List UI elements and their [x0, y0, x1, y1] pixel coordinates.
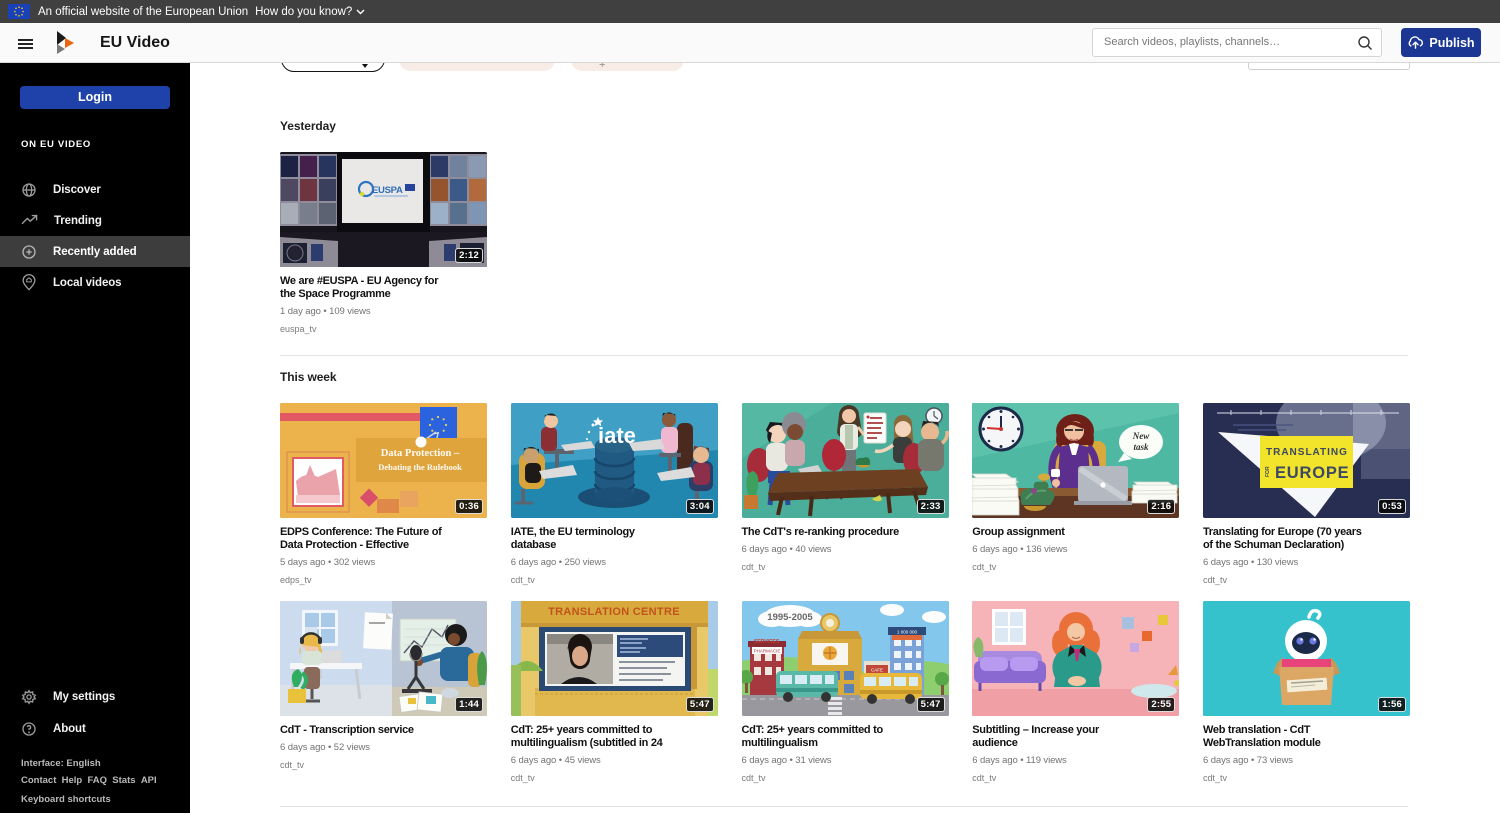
svg-text:EUROPE: EUROPE — [1275, 464, 1349, 482]
svg-text:FOR: FOR — [1265, 466, 1271, 477]
svg-text:New: New — [1132, 431, 1150, 441]
svg-text:TRANSLATION CENTRE: TRANSLATION CENTRE — [548, 606, 680, 618]
svg-text:1995-2005: 1995-2005 — [767, 612, 813, 623]
svg-text:Debating the Rulebook: Debating the Rulebook — [378, 462, 462, 472]
svg-text:Data Protection –: Data Protection – — [381, 448, 460, 459]
svg-text:TRANSLATING: TRANSLATING — [1266, 447, 1348, 458]
svg-text:CAFE: CAFE — [870, 668, 882, 673]
svg-text:PHARMACIE: PHARMACIE — [753, 649, 780, 654]
svg-text:1 000 000: 1 000 000 — [896, 630, 917, 635]
svg-text:task: task — [1134, 442, 1150, 452]
svg-text:SERVICES: SERVICES — [754, 639, 780, 645]
svg-text:EUSPA: EUSPA — [372, 185, 403, 196]
